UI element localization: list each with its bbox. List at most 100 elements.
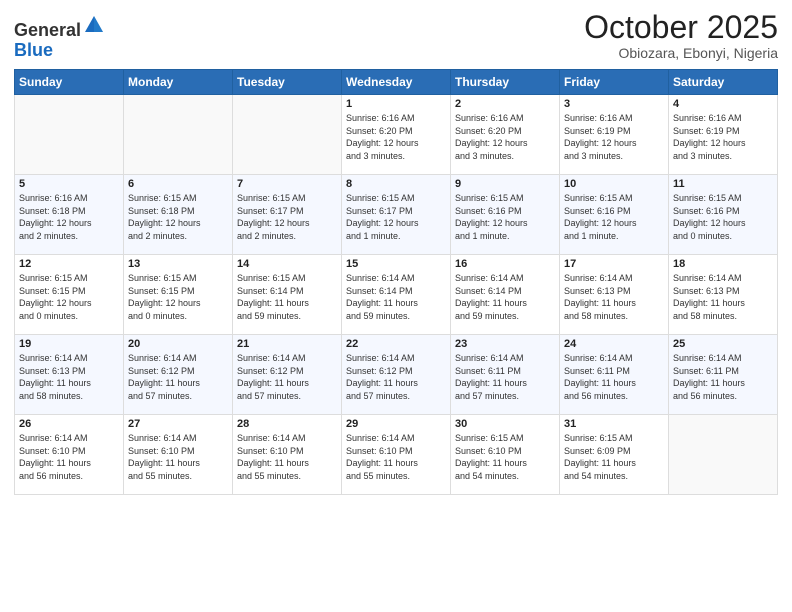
day-info: Sunrise: 6:14 AM Sunset: 6:12 PM Dayligh… xyxy=(237,352,337,402)
calendar-cell: 1Sunrise: 6:16 AM Sunset: 6:20 PM Daylig… xyxy=(342,95,451,175)
calendar-cell: 9 Sunrise: 6:15 AM Sunset: 6:16 PM Daylig… xyxy=(451,175,560,255)
header: General Blue October 2025 Obiozara, Ebon… xyxy=(14,10,778,61)
day-number: 28 xyxy=(237,418,337,430)
day-number: 21 xyxy=(237,338,337,350)
day-info: Sunrise: 6:14 AM Sunset: 6:11 PM Dayligh… xyxy=(455,352,555,402)
calendar-cell: 22 Sunrise: 6:14 AM Sunset: 6:12 PM Dayli… xyxy=(342,335,451,415)
calendar-cell: 12 Sunrise: 6:15 AM Sunset: 6:15 PM Dayli… xyxy=(15,255,124,335)
logo: General Blue xyxy=(14,14,105,61)
day-info: Sunrise: 6:14 AM Sunset: 6:12 PM Dayligh… xyxy=(346,352,446,402)
calendar-cell xyxy=(669,415,778,495)
day-info: Sunrise: 6:15 AM Sunset: 6:16 PM Dayligh… xyxy=(673,192,773,242)
day-number: 15 xyxy=(346,258,446,270)
day-number: 11 xyxy=(673,178,773,190)
day-number: 30 xyxy=(455,418,555,430)
day-info: Sunrise: 6:14 AM Sunset: 6:10 PM Dayligh… xyxy=(19,432,119,482)
day-number: 7 xyxy=(237,178,337,190)
day-number: 20 xyxy=(128,338,228,350)
calendar-cell: 3Sunrise: 6:16 AM Sunset: 6:19 PM Daylig… xyxy=(560,95,669,175)
calendar-week-row: 5Sunrise: 6:16 AM Sunset: 6:18 PM Daylig… xyxy=(15,175,778,255)
day-number: 8 xyxy=(346,178,446,190)
calendar-cell: 7 Sunrise: 6:15 AM Sunset: 6:17 PM Daylig… xyxy=(233,175,342,255)
day-number: 29 xyxy=(346,418,446,430)
calendar-cell: 8Sunrise: 6:15 AM Sunset: 6:17 PM Daylig… xyxy=(342,175,451,255)
day-info: Sunrise: 6:15 AM Sunset: 6:15 PM Dayligh… xyxy=(19,272,119,322)
day-info: Sunrise: 6:15 AM Sunset: 6:09 PM Dayligh… xyxy=(564,432,664,482)
calendar-table: SundayMondayTuesdayWednesdayThursdayFrid… xyxy=(14,69,778,495)
location: Obiozara, Ebonyi, Nigeria xyxy=(584,45,778,61)
calendar-cell: 19 Sunrise: 6:14 AM Sunset: 6:13 PM Dayli… xyxy=(15,335,124,415)
day-number: 2 xyxy=(455,98,555,110)
calendar-cell: 28 Sunrise: 6:14 AM Sunset: 6:10 PM Dayli… xyxy=(233,415,342,495)
calendar-cell: 11 Sunrise: 6:15 AM Sunset: 6:16 PM Dayli… xyxy=(669,175,778,255)
calendar-cell: 20Sunrise: 6:14 AM Sunset: 6:12 PM Dayli… xyxy=(124,335,233,415)
calendar-cell: 31 Sunrise: 6:15 AM Sunset: 6:09 PM Dayli… xyxy=(560,415,669,495)
calendar-week-row: 1 Sunrise: 6:16 AM Sunset: 6:20 PM Daylig… xyxy=(15,95,778,175)
day-info: Sunrise: 6:16 AM Sunset: 6:19 PM Dayligh… xyxy=(673,112,773,162)
day-info: Sunrise: 6:16 AM Sunset: 6:20 PM Dayligh… xyxy=(455,112,555,162)
calendar-cell xyxy=(124,95,233,175)
calendar-cell: 5Sunrise: 6:16 AM Sunset: 6:18 PM Daylig… xyxy=(15,175,124,255)
calendar-cell: 15 Sunrise: 6:14 AM Sunset: 6:14 PM Dayli… xyxy=(342,255,451,335)
day-number: 18 xyxy=(673,258,773,270)
day-info: Sunrise: 6:15 AM Sunset: 6:18 PM Dayligh… xyxy=(128,192,228,242)
title-area: October 2025 Obiozara, Ebonyi, Nigeria xyxy=(584,10,778,61)
day-number: 1 xyxy=(346,98,446,110)
day-number: 22 xyxy=(346,338,446,350)
weekday-header: Saturday xyxy=(669,70,778,95)
calendar-cell: 24 Sunrise: 6:14 AM Sunset: 6:11 PM Dayli… xyxy=(560,335,669,415)
day-number: 23 xyxy=(455,338,555,350)
day-number: 3 xyxy=(564,98,664,110)
day-number: 27 xyxy=(128,418,228,430)
day-number: 17 xyxy=(564,258,664,270)
day-info: Sunrise: 6:14 AM Sunset: 6:13 PM Dayligh… xyxy=(564,272,664,322)
logo-icon xyxy=(83,14,105,36)
logo-blue-text: Blue xyxy=(14,40,53,60)
day-number: 25 xyxy=(673,338,773,350)
calendar-cell: 10 Sunrise: 6:15 AM Sunset: 6:16 PM Dayli… xyxy=(560,175,669,255)
day-number: 16 xyxy=(455,258,555,270)
calendar-cell: 21 Sunrise: 6:14 AM Sunset: 6:12 PM Dayli… xyxy=(233,335,342,415)
day-number: 19 xyxy=(19,338,119,350)
calendar-week-row: 19 Sunrise: 6:14 AM Sunset: 6:13 PM Dayli… xyxy=(15,335,778,415)
day-number: 6 xyxy=(128,178,228,190)
weekday-header: Friday xyxy=(560,70,669,95)
day-number: 9 xyxy=(455,178,555,190)
day-info: Sunrise: 6:14 AM Sunset: 6:11 PM Dayligh… xyxy=(564,352,664,402)
day-number: 10 xyxy=(564,178,664,190)
month-title: October 2025 xyxy=(584,10,778,45)
calendar-cell: 29Sunrise: 6:14 AM Sunset: 6:10 PM Dayli… xyxy=(342,415,451,495)
day-info: Sunrise: 6:15 AM Sunset: 6:17 PM Dayligh… xyxy=(237,192,337,242)
day-info: Sunrise: 6:15 AM Sunset: 6:15 PM Dayligh… xyxy=(128,272,228,322)
calendar-cell: 17 Sunrise: 6:14 AM Sunset: 6:13 PM Dayli… xyxy=(560,255,669,335)
weekday-header: Sunday xyxy=(15,70,124,95)
calendar-cell: 26Sunrise: 6:14 AM Sunset: 6:10 PM Dayli… xyxy=(15,415,124,495)
day-info: Sunrise: 6:14 AM Sunset: 6:14 PM Dayligh… xyxy=(346,272,446,322)
day-info: Sunrise: 6:14 AM Sunset: 6:14 PM Dayligh… xyxy=(455,272,555,322)
day-number: 4 xyxy=(673,98,773,110)
day-info: Sunrise: 6:16 AM Sunset: 6:18 PM Dayligh… xyxy=(19,192,119,242)
weekday-header: Monday xyxy=(124,70,233,95)
day-info: Sunrise: 6:14 AM Sunset: 6:10 PM Dayligh… xyxy=(237,432,337,482)
day-info: Sunrise: 6:14 AM Sunset: 6:10 PM Dayligh… xyxy=(128,432,228,482)
day-info: Sunrise: 6:15 AM Sunset: 6:14 PM Dayligh… xyxy=(237,272,337,322)
calendar-cell: 30 Sunrise: 6:15 AM Sunset: 6:10 PM Dayli… xyxy=(451,415,560,495)
calendar-header-row: SundayMondayTuesdayWednesdayThursdayFrid… xyxy=(15,70,778,95)
day-number: 24 xyxy=(564,338,664,350)
day-info: Sunrise: 6:14 AM Sunset: 6:13 PM Dayligh… xyxy=(19,352,119,402)
day-number: 12 xyxy=(19,258,119,270)
day-info: Sunrise: 6:15 AM Sunset: 6:16 PM Dayligh… xyxy=(455,192,555,242)
calendar-cell: 18 Sunrise: 6:14 AM Sunset: 6:13 PM Dayli… xyxy=(669,255,778,335)
weekday-header: Wednesday xyxy=(342,70,451,95)
logo-general-text: General xyxy=(14,20,81,40)
day-info: Sunrise: 6:15 AM Sunset: 6:10 PM Dayligh… xyxy=(455,432,555,482)
calendar-cell: 27 Sunrise: 6:14 AM Sunset: 6:10 PM Dayli… xyxy=(124,415,233,495)
calendar-week-row: 12 Sunrise: 6:15 AM Sunset: 6:15 PM Dayli… xyxy=(15,255,778,335)
weekday-header: Thursday xyxy=(451,70,560,95)
day-number: 14 xyxy=(237,258,337,270)
day-info: Sunrise: 6:15 AM Sunset: 6:16 PM Dayligh… xyxy=(564,192,664,242)
weekday-header: Tuesday xyxy=(233,70,342,95)
calendar-cell: 16 Sunrise: 6:14 AM Sunset: 6:14 PM Dayli… xyxy=(451,255,560,335)
day-info: Sunrise: 6:14 AM Sunset: 6:13 PM Dayligh… xyxy=(673,272,773,322)
day-number: 31 xyxy=(564,418,664,430)
